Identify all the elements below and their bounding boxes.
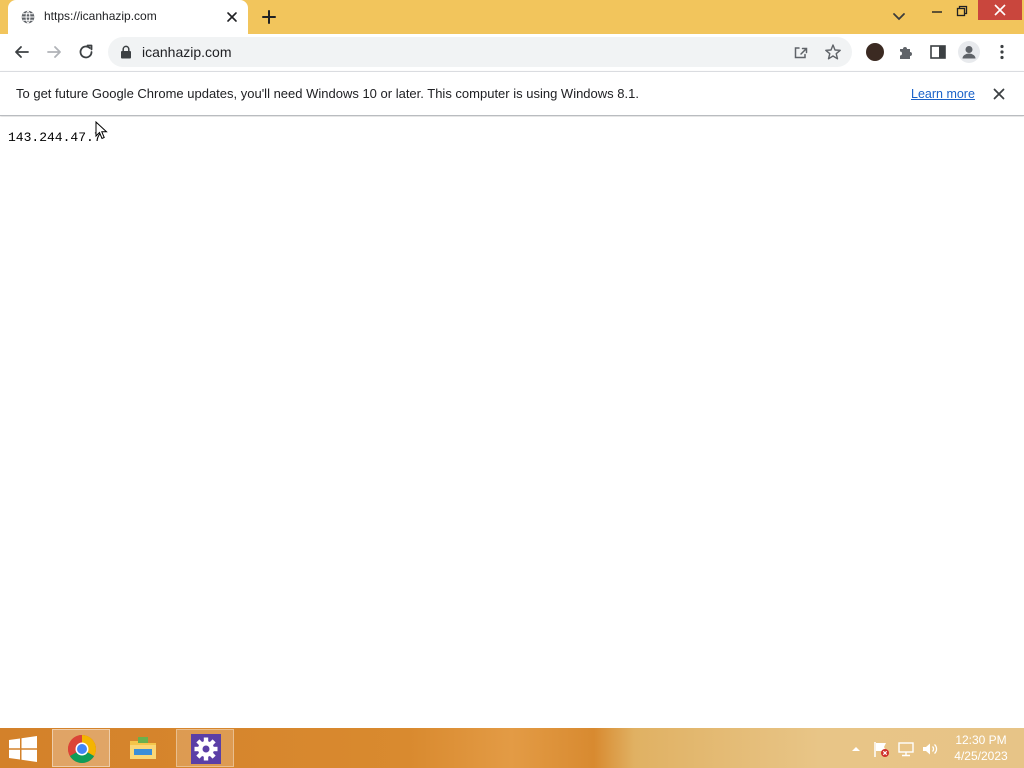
globe-icon: [21, 10, 35, 24]
tab-title: https://icanhazip.com: [44, 9, 157, 23]
clock-date: 4/25/2023: [954, 749, 1008, 763]
tab-close-icon[interactable]: [224, 9, 240, 25]
network-icon[interactable]: [897, 740, 915, 758]
taskbar-clock[interactable]: 12:30 PM 4/25/2023: [946, 732, 1016, 764]
learn-more-link[interactable]: Learn more: [911, 87, 975, 101]
close-icon[interactable]: [992, 87, 1006, 101]
browser-toolbar: icanhazip.com: [0, 34, 1024, 70]
close-window-icon[interactable]: [978, 0, 1022, 20]
ip-address-text: 143.244.47.7: [8, 130, 102, 145]
reload-icon[interactable]: [76, 42, 96, 62]
address-bar[interactable]: icanhazip.com: [108, 37, 852, 67]
show-hidden-icons-chevron-icon[interactable]: [850, 740, 862, 758]
taskbar-chrome-button[interactable]: [52, 729, 110, 767]
update-infobar: To get future Google Chrome updates, you…: [0, 71, 1024, 116]
taskbar-file-explorer-button[interactable]: [114, 729, 172, 767]
chrome-icon: [68, 735, 96, 763]
forward-arrow-icon[interactable]: [44, 42, 64, 62]
kebab-menu-icon[interactable]: [994, 43, 1010, 61]
infobar-message: To get future Google Chrome updates, you…: [16, 86, 639, 101]
profile-icon[interactable]: [958, 41, 980, 63]
extension-avatar-icon[interactable]: [866, 43, 884, 61]
windows-taskbar: [0, 728, 1024, 768]
puzzle-icon[interactable]: [897, 43, 915, 61]
lock-icon[interactable]: [120, 45, 132, 59]
page-content: 143.244.47.7: [0, 117, 1024, 728]
minimize-window-icon[interactable]: [926, 2, 948, 20]
new-tab-plus-icon[interactable]: [260, 8, 278, 26]
address-bar-url[interactable]: icanhazip.com: [142, 44, 232, 60]
browser-title-bar: https://icanhazip.com: [0, 0, 1024, 34]
star-icon[interactable]: [824, 43, 842, 61]
volume-icon[interactable]: [921, 740, 939, 758]
settings-gear-icon: [191, 734, 221, 764]
share-icon[interactable]: [792, 43, 810, 61]
side-panel-icon[interactable]: [929, 43, 947, 61]
action-center-flag-icon[interactable]: [872, 740, 890, 758]
file-explorer-icon: [130, 737, 156, 759]
windows-start-icon[interactable]: [8, 736, 38, 762]
clock-time: 12:30 PM: [955, 733, 1007, 747]
back-arrow-icon[interactable]: [12, 42, 32, 62]
tab-icanhazip[interactable]: https://icanhazip.com: [8, 0, 248, 34]
tab-search-chevron-icon[interactable]: [890, 9, 908, 25]
restore-window-icon[interactable]: [951, 2, 973, 20]
taskbar-settings-button[interactable]: [176, 729, 234, 767]
mouse-cursor-icon: [95, 121, 108, 140]
